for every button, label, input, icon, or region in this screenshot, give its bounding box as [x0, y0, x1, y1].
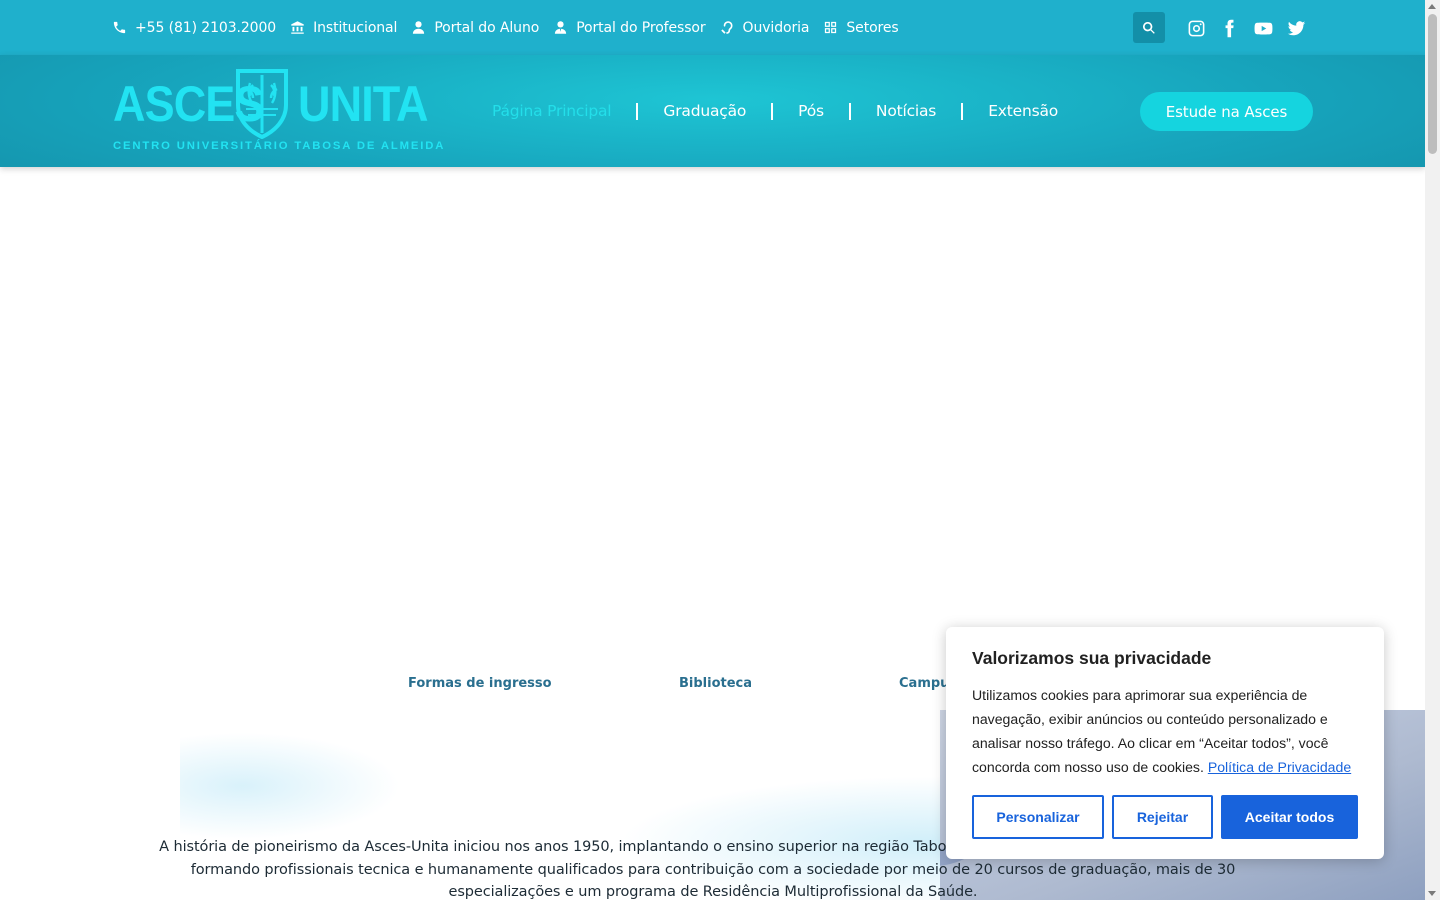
nav-graduacao[interactable]: Graduação: [663, 102, 746, 120]
estude-na-asces-button[interactable]: Estude na Asces: [1140, 92, 1313, 131]
phone-link[interactable]: +55 (81) 2103.2000: [112, 20, 276, 36]
portal-aluno-link[interactable]: Portal do Aluno: [411, 20, 539, 36]
customize-button[interactable]: Personalizar: [972, 795, 1104, 839]
quick-link-campus[interactable]: Campu: [899, 676, 949, 691]
scrollbar-thumb[interactable]: [1428, 14, 1437, 154]
institucional-link[interactable]: Institucional: [290, 20, 397, 36]
cookie-consent-modal: Valorizamos sua privacidade Utilizamos c…: [946, 627, 1384, 859]
twitter-icon: [1287, 20, 1306, 35]
facebook-icon: [1225, 19, 1234, 37]
ouvidoria-label: Ouvidoria: [742, 19, 810, 36]
grid-icon: [825, 21, 837, 34]
search-button[interactable]: [1133, 12, 1165, 43]
nav-divider: [961, 102, 964, 120]
nav-pos[interactable]: Pós: [798, 102, 824, 120]
reject-button[interactable]: Rejeitar: [1112, 795, 1213, 839]
scroll-up-arrow-icon[interactable]: [1428, 4, 1436, 9]
setores-label: Setores: [846, 19, 899, 36]
site-logo[interactable]: ASCES UNITA CENTRO UNIVERSITÁRIO TABOSA …: [112, 69, 446, 155]
logo-subtitle: CENTRO UNIVERSITÁRIO TABOSA DE ALMEIDA: [113, 140, 446, 152]
page-scrollbar[interactable]: [1425, 0, 1440, 900]
nav-pagina-principal[interactable]: Página Principal: [492, 102, 612, 120]
portal-aluno-label: Portal do Aluno: [434, 19, 540, 36]
cookie-body: Utilizamos cookies para aprimorar sua ex…: [972, 683, 1364, 779]
search-icon: [1143, 21, 1155, 34]
setores-link[interactable]: Setores: [823, 19, 899, 36]
institucional-label: Institucional: [313, 19, 398, 36]
ouvidoria-link[interactable]: Ouvidoria: [720, 19, 810, 36]
shield-icon: [236, 69, 288, 139]
youtube-icon: [1254, 22, 1272, 34]
phone-label: +55 (81) 2103.2000: [135, 19, 277, 36]
institution-icon: [291, 21, 304, 34]
top-links: +55 (81) 2103.2000 Institucional Portal …: [112, 0, 913, 55]
nav-divider: [848, 102, 851, 120]
cookie-title: Valorizamos sua privacidade: [972, 648, 1212, 668]
main-nav: Página Principal Graduação Pós Notícias …: [492, 55, 1058, 167]
portal-professor-label: Portal do Professor: [576, 19, 706, 36]
facebook-link[interactable]: [1220, 14, 1240, 42]
ear-icon: [720, 21, 733, 34]
scroll-down-arrow-icon[interactable]: [1428, 891, 1436, 896]
accept-all-button[interactable]: Aceitar todos: [1221, 795, 1358, 839]
user-icon: [413, 21, 425, 34]
nav-noticias[interactable]: Notícias: [876, 102, 936, 120]
quick-link-formas-de-ingresso[interactable]: Formas de ingresso: [408, 676, 552, 691]
nav-divider: [771, 102, 774, 120]
privacy-policy-link[interactable]: Política de Privacidade: [1208, 759, 1351, 775]
portal-professor-link[interactable]: Portal do Professor: [553, 19, 706, 36]
social-links: [1186, 14, 1320, 42]
phone-icon: [113, 21, 126, 34]
nav-extensao[interactable]: Extensão: [988, 102, 1058, 120]
youtube-link[interactable]: [1253, 14, 1273, 42]
instagram-link[interactable]: [1186, 14, 1206, 42]
top-bar: +55 (81) 2103.2000 Institucional Portal …: [0, 0, 1425, 55]
logo-word-right: UNITA: [298, 76, 429, 132]
quick-link-biblioteca[interactable]: Biblioteca: [679, 676, 752, 691]
teacher-icon: [555, 21, 567, 34]
twitter-link[interactable]: [1287, 14, 1307, 42]
main-header: ASCES UNITA CENTRO UNIVERSITÁRIO TABOSA …: [0, 55, 1425, 167]
nav-divider: [636, 102, 639, 120]
instagram-icon: [1188, 20, 1204, 36]
